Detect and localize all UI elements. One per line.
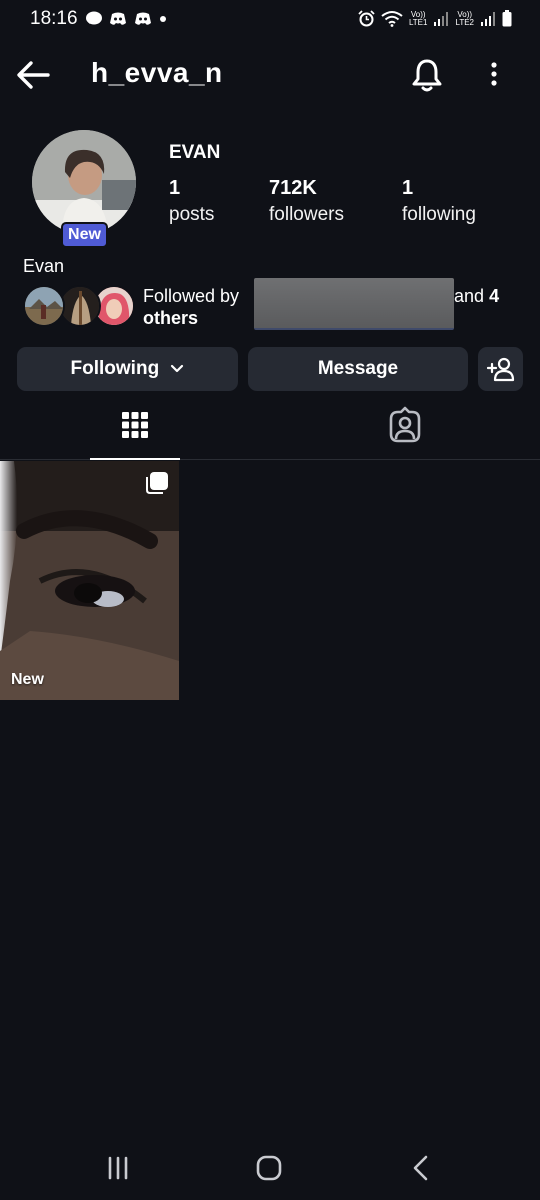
follower-avatar-1-image — [25, 287, 63, 325]
carousel-icon — [146, 472, 168, 494]
recents-button[interactable] — [104, 1154, 132, 1182]
message-button-label: Message — [317, 358, 399, 379]
signal-icon-2 — [481, 11, 495, 26]
redacted-usernames — [254, 278, 454, 330]
tagged-person-icon — [389, 406, 421, 443]
post-image — [0, 461, 179, 700]
followed-by-text: Followed by — [143, 286, 240, 306]
followers-stat[interactable]: 712K followers — [269, 177, 344, 226]
others-word: others — [143, 308, 199, 328]
profile-avatar[interactable] — [32, 130, 138, 236]
following-button-label: Following — [70, 358, 160, 379]
post-thumbnail[interactable]: New — [0, 461, 179, 700]
avatar-person-image — [32, 130, 136, 234]
line-app-icon — [86, 11, 102, 25]
bell-icon — [412, 59, 442, 92]
bio-name: Evan — [23, 256, 65, 276]
post-label: New — [11, 671, 44, 688]
tab-tagged[interactable] — [360, 400, 450, 460]
system-navigation-bar — [0, 1140, 540, 1200]
followers-count: 712K — [269, 177, 317, 199]
wifi-icon — [381, 11, 403, 27]
followed-by-others-text: and 4 — [454, 285, 499, 307]
profile-screen: 18:16 Vo)) LTE1 Vo)) LTE2 h_evva_n New E… — [0, 0, 540, 1200]
followers-label: followers — [269, 204, 344, 225]
posts-stat[interactable]: 1 posts — [169, 177, 214, 226]
suggested-users-button[interactable] — [478, 347, 523, 391]
tab-posts-grid[interactable] — [90, 400, 180, 460]
status-bar: 18:16 Vo)) LTE1 Vo)) LTE2 — [0, 0, 540, 40]
back-button[interactable] — [14, 58, 54, 92]
avatar-photo — [32, 130, 136, 234]
system-icons: Vo)) LTE1 Vo)) LTE2 — [358, 10, 512, 27]
followed-by-row[interactable]: Followed by and 4 others — [23, 278, 533, 330]
recents-icon — [108, 1156, 128, 1180]
display-name: EVAN — [169, 142, 221, 163]
battery-icon — [502, 10, 512, 27]
posts-label: posts — [169, 204, 215, 225]
profile-tabs — [0, 400, 540, 460]
profile-header: h_evva_n — [0, 50, 540, 100]
add-person-icon — [486, 357, 514, 382]
status-time: 18:16 — [30, 8, 78, 29]
follower-avatar-2-image — [61, 287, 99, 325]
others-count: 4 — [489, 286, 500, 306]
new-badge: New — [61, 222, 108, 248]
following-button[interactable]: Following — [17, 347, 238, 391]
nav-back-button[interactable] — [407, 1154, 435, 1182]
follower-avatar-1 — [23, 285, 65, 327]
more-vertical-icon — [491, 62, 497, 86]
nav-back-icon — [413, 1155, 428, 1181]
page-title-username: h_evva_n — [91, 57, 223, 88]
home-button[interactable] — [255, 1154, 283, 1182]
home-icon — [256, 1155, 282, 1181]
and-word: and — [454, 286, 485, 306]
posts-count: 1 — [169, 177, 181, 199]
more-options-button[interactable] — [482, 58, 506, 92]
follower-avatar-2 — [59, 285, 101, 327]
following-label: following — [402, 204, 476, 225]
signal-icon-1 — [434, 11, 449, 26]
lte1-indicator: Vo)) LTE1 — [408, 9, 428, 27]
active-tab-indicator — [90, 458, 180, 460]
chevron-down-icon — [171, 364, 184, 373]
notification-icons — [86, 11, 167, 26]
message-button[interactable]: Message — [248, 347, 468, 391]
discord-icon — [110, 12, 126, 25]
following-stat[interactable]: 1 following — [402, 177, 476, 226]
discord-icon-2 — [135, 12, 151, 25]
dot-icon — [160, 15, 166, 22]
following-count: 1 — [402, 177, 414, 199]
alarm-icon — [358, 10, 375, 27]
notifications-button[interactable] — [408, 56, 446, 94]
grid-icon — [122, 412, 148, 438]
lte2-indicator: Vo)) LTE2 — [455, 9, 474, 27]
back-arrow-icon — [17, 61, 50, 89]
